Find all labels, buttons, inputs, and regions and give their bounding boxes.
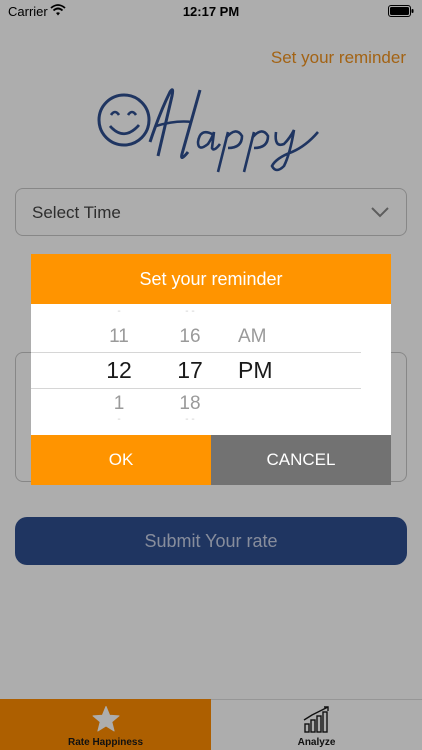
cancel-button[interactable]: CANCEL xyxy=(211,435,391,485)
hour-edge-bottom: - xyxy=(117,414,121,425)
minute-below: 18 xyxy=(179,393,201,414)
time-picker[interactable]: - 11 12 1 - - - 16 17 18 - - AM PM xyxy=(31,304,391,434)
dialog-title: Set your reminder xyxy=(31,254,391,304)
minute-edge-bottom: - - xyxy=(185,414,195,425)
hour-wheel[interactable]: - 11 12 1 - xyxy=(101,304,137,434)
period-above: AM xyxy=(238,326,267,347)
hour-selected: 12 xyxy=(106,357,132,383)
period-selected: PM xyxy=(238,357,273,383)
reminder-dialog: Set your reminder - 11 12 1 - - - 16 17 … xyxy=(31,254,391,485)
hour-above: 11 xyxy=(109,326,129,347)
hour-below: 1 xyxy=(113,393,125,414)
minute-above: 16 xyxy=(179,326,201,347)
app-screen: Carrier 12:17 PM Set your reminder Selec… xyxy=(0,0,422,750)
period-wheel[interactable]: AM PM xyxy=(238,304,288,434)
minute-selected: 17 xyxy=(177,357,203,383)
hour-edge-top: - xyxy=(117,306,121,317)
minute-edge-top: - - xyxy=(185,306,195,317)
ok-button[interactable]: OK xyxy=(31,435,211,485)
minute-wheel[interactable]: - - 16 17 18 - - xyxy=(172,304,208,434)
